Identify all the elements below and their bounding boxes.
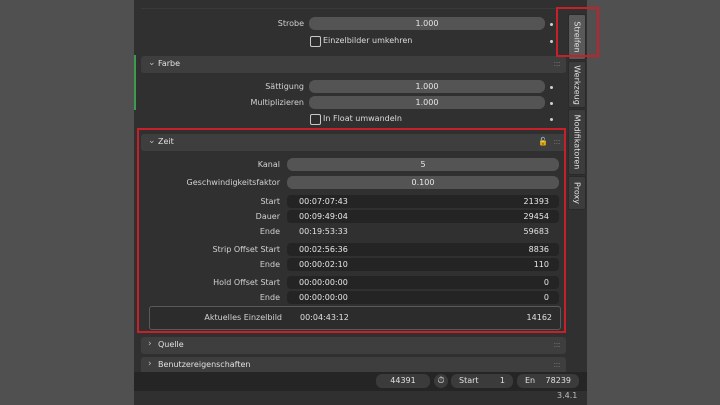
current-frame-counter[interactable]: 44391 — [376, 374, 430, 388]
drag-handle-icon[interactable]: :::: — [553, 340, 561, 349]
end-frame-label: En — [525, 376, 536, 385]
keyframe-dot-icon[interactable] — [550, 40, 553, 43]
end-frame-field[interactable]: En 78239 — [517, 374, 579, 388]
start-frame-field[interactable]: Start 1 — [451, 374, 513, 388]
custom-properties-panel-title: Benutzereigenschaften — [158, 360, 251, 369]
start-frame-label: Start — [459, 376, 479, 385]
stopwatch-icon[interactable]: ⏱ — [434, 374, 448, 388]
source-panel-header[interactable]: › Quelle :::: — [141, 337, 566, 354]
left-editor-area — [0, 0, 134, 405]
multiply-field[interactable]: 1.000 — [309, 96, 545, 109]
start-frame-value: 1 — [499, 376, 505, 385]
keyframe-dot-icon[interactable] — [550, 86, 553, 89]
end-frame-value: 78239 — [545, 376, 571, 385]
float-label: In Float umwandeln — [323, 114, 402, 123]
drag-handle-icon[interactable]: :::: — [553, 59, 561, 68]
keyframe-dot-icon[interactable] — [550, 102, 553, 105]
strobe-label: Strobe — [277, 19, 304, 28]
color-panel-header[interactable]: ⌄ Farbe :::: — [141, 56, 566, 73]
float-checkbox[interactable] — [310, 114, 321, 125]
tab-modifiers[interactable]: Modifikatoren — [568, 109, 586, 175]
divider — [141, 8, 566, 9]
chevron-down-icon: ⌄ — [148, 58, 156, 68]
tab-proxy[interactable]: Proxy — [568, 176, 586, 210]
right-editor-area — [587, 0, 720, 405]
chevron-right-icon: › — [148, 359, 152, 369]
color-panel-title: Farbe — [158, 59, 181, 68]
tab-highlight-box — [556, 7, 599, 57]
reverse-frames-label: Einzelbilder umkehren — [323, 36, 413, 45]
source-panel-title: Quelle — [158, 340, 184, 349]
time-panel-highlight-box — [137, 128, 566, 333]
color-panel-accent — [134, 55, 136, 110]
keyframe-dot-icon[interactable] — [550, 118, 553, 121]
tab-modifiers-label: Modifikatoren — [572, 114, 582, 170]
saturation-field[interactable]: 1.000 — [309, 80, 545, 93]
tab-tool-label: Werkzeug — [572, 64, 582, 105]
drag-handle-icon[interactable]: :::: — [553, 360, 561, 369]
reverse-frames-checkbox[interactable] — [310, 36, 321, 47]
version-label: 3.4.1 — [557, 391, 578, 400]
strobe-field[interactable]: 1.000 — [309, 17, 545, 30]
chevron-right-icon: › — [148, 339, 152, 349]
keyframe-dot-icon[interactable] — [550, 23, 553, 26]
tab-tool[interactable]: Werkzeug — [568, 61, 586, 108]
saturation-label: Sättigung — [265, 82, 304, 91]
tab-proxy-label: Proxy — [572, 182, 582, 204]
multiply-label: Multiplizieren — [250, 98, 304, 107]
